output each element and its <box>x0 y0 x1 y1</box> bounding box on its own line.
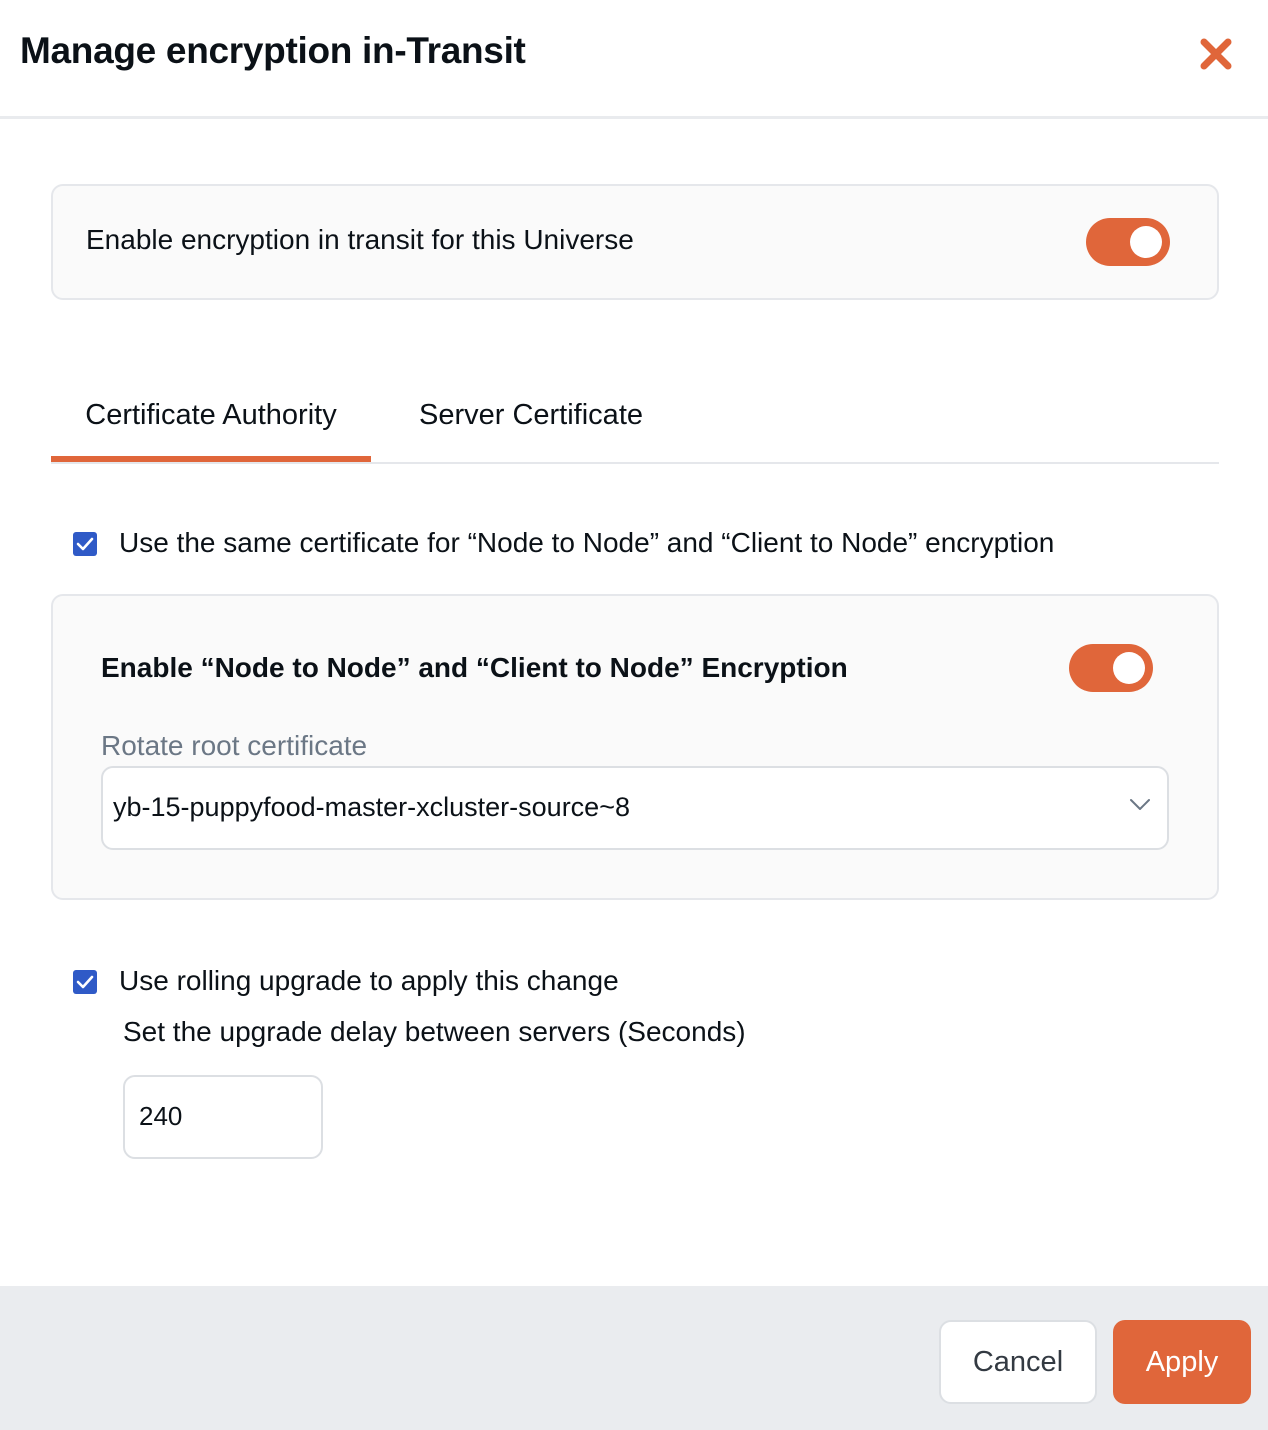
toggle-knob <box>1130 226 1162 258</box>
certificate-tabs: Certificate Authority Server Certificate <box>51 370 1219 464</box>
cancel-button[interactable]: Cancel <box>939 1320 1097 1404</box>
encryption-in-transit-label: Enable encryption in transit for this Un… <box>86 224 634 255</box>
chevron-down-icon <box>1130 799 1150 810</box>
tab-server-certificate[interactable]: Server Certificate <box>391 370 671 460</box>
node-encryption-card: Enable “Node to Node” and “Client to Nod… <box>51 594 1219 900</box>
dialog-footer: Cancel Apply <box>0 1286 1268 1430</box>
tab-certificate-authority[interactable]: Certificate Authority <box>51 370 371 462</box>
same-certificate-checkbox[interactable] <box>73 532 97 556</box>
node-encryption-label: Enable “Node to Node” and “Client to Nod… <box>101 652 848 683</box>
upgrade-delay-field <box>123 1075 323 1159</box>
rolling-upgrade-label: Use rolling upgrade to apply this change <box>119 965 619 996</box>
apply-button[interactable]: Apply <box>1113 1320 1251 1404</box>
node-encryption-toggle[interactable] <box>1069 644 1153 692</box>
close-icon[interactable] <box>1196 34 1236 74</box>
upgrade-delay-input[interactable] <box>139 1101 309 1132</box>
rolling-upgrade-checkbox[interactable] <box>73 970 97 994</box>
upgrade-delay-label: Set the upgrade delay between servers (S… <box>123 1016 746 1047</box>
encryption-in-transit-card: Enable encryption in transit for this Un… <box>51 184 1219 300</box>
encryption-in-transit-toggle[interactable] <box>1086 218 1170 266</box>
same-certificate-label: Use the same certificate for “Node to No… <box>119 527 1055 558</box>
dialog-header: Manage encryption in-Transit <box>0 0 1268 119</box>
check-icon <box>76 975 94 989</box>
rotate-root-certificate-label: Rotate root certificate <box>101 730 368 761</box>
toggle-knob <box>1113 652 1145 684</box>
check-icon <box>76 537 94 551</box>
dialog-title: Manage encryption in-Transit <box>20 30 526 71</box>
selected-certificate-value: yb-15-puppyfood-master-xcluster-source~8 <box>113 792 630 822</box>
root-certificate-select[interactable]: yb-15-puppyfood-master-xcluster-source~8 <box>101 766 1169 850</box>
